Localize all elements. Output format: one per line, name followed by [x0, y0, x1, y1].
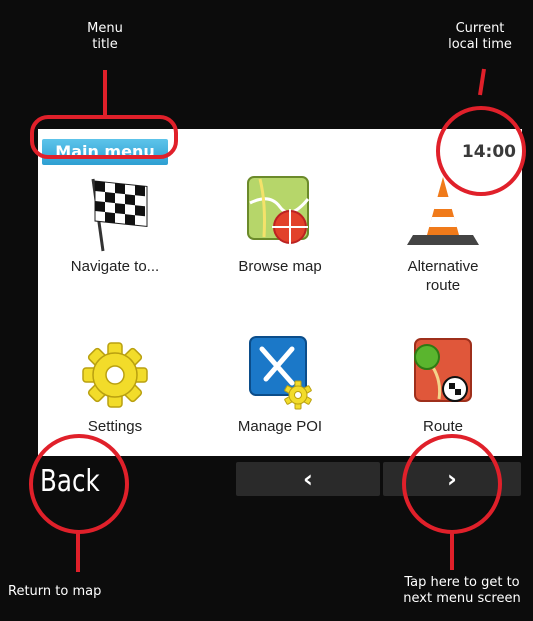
menu-item-settings[interactable]: Settings [40, 333, 190, 436]
back-button[interactable]: Back [40, 462, 106, 502]
local-time-callout: Current local time [448, 21, 512, 52]
menu-item-label: Manage POI [237, 418, 323, 435]
menu-item-browse-map[interactable]: Browse map [205, 173, 355, 276]
checkered-flag-icon [91, 178, 148, 252]
previous-screen-button[interactable]: ‹ [236, 462, 380, 496]
route-map-icon [414, 338, 472, 402]
gear-icon [82, 342, 148, 408]
clock-display: 14:00 [461, 142, 516, 162]
chevron-left-icon: ‹ [303, 465, 313, 493]
stage: Menu title Current local time Main menu … [0, 0, 533, 621]
map-icon [247, 176, 310, 245]
menu-item-label: Route [422, 418, 464, 435]
next-screen-button[interactable]: › [383, 462, 521, 496]
chevron-right-icon: › [447, 465, 457, 493]
menu-item-navigate-to[interactable]: Navigate to... [40, 173, 190, 276]
menu-item-manage-poi[interactable]: Manage POI [205, 333, 355, 436]
menu-title-callout: Menu title [87, 21, 123, 52]
menu-title-badge: Main menu [42, 139, 168, 165]
menu-item-label: Browse map [238, 258, 322, 275]
menu-item-route[interactable]: Route [368, 333, 518, 436]
local-time-pointer-line [478, 68, 486, 96]
menu-item-label: Settings [87, 418, 143, 435]
menu-item-label: Alternative route [407, 258, 479, 294]
traffic-cone-icon [407, 177, 479, 245]
menu-item-alternative-route[interactable]: Alternative route [368, 173, 518, 295]
return-to-map-callout: Return to map [8, 584, 102, 599]
device-screen: Main menu 14:00 Navigate to... Browse ma… [38, 129, 522, 456]
poi-icon [249, 336, 312, 410]
menu-item-label: Navigate to... [70, 258, 160, 275]
next-screen-callout: Tap here to get to next menu screen [403, 575, 521, 606]
